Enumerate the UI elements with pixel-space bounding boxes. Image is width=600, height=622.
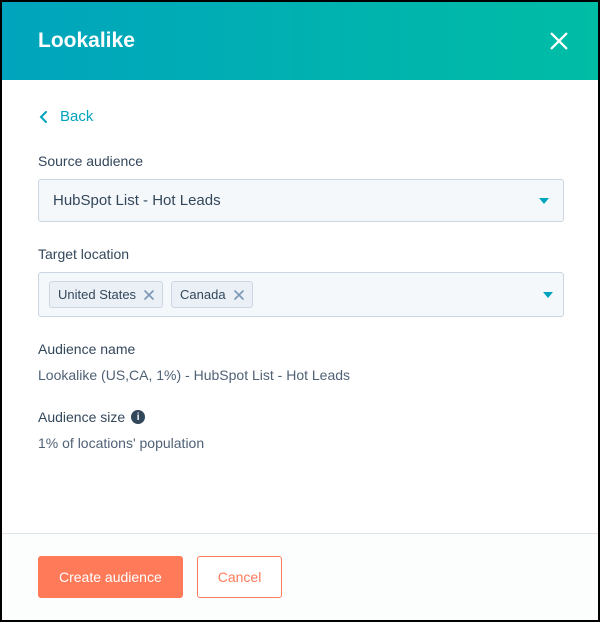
create-audience-button[interactable]: Create audience (38, 556, 183, 598)
modal-title: Lookalike (38, 29, 135, 53)
chevron-left-icon (38, 111, 50, 123)
audience-size-label-row: Audience size i (38, 409, 564, 425)
chip-remove-icon[interactable] (144, 290, 154, 300)
chevron-down-icon (543, 292, 553, 298)
source-audience-label: Source audience (38, 153, 564, 169)
back-label: Back (60, 108, 93, 125)
cancel-button[interactable]: Cancel (197, 556, 283, 598)
source-audience-select[interactable]: HubSpot List - Hot Leads (38, 179, 564, 222)
audience-name-label: Audience name (38, 341, 564, 357)
audience-size-value: 1% of locations' population (38, 435, 564, 451)
chip-label: United States (58, 287, 136, 302)
chip-label: Canada (180, 287, 226, 302)
close-icon[interactable] (548, 30, 570, 52)
audience-name-value: Lookalike (US,CA, 1%) - HubSpot List - H… (38, 367, 564, 383)
chip-remove-icon[interactable] (234, 290, 244, 300)
info-icon[interactable]: i (131, 410, 145, 424)
target-location-select[interactable]: United States Canada (38, 272, 564, 317)
audience-size-label: Audience size (38, 409, 125, 425)
source-audience-value: HubSpot List - Hot Leads (53, 192, 221, 209)
target-location-label: Target location (38, 246, 564, 262)
target-location-chips: United States Canada (49, 281, 253, 308)
modal-header: Lookalike (2, 2, 598, 80)
modal-content: Back Source audience HubSpot List - Hot … (2, 80, 598, 533)
back-link[interactable]: Back (38, 108, 93, 125)
chevron-down-icon (539, 198, 549, 204)
chip-united-states: United States (49, 281, 163, 308)
chip-canada: Canada (171, 281, 253, 308)
modal-footer: Create audience Cancel (2, 533, 598, 620)
